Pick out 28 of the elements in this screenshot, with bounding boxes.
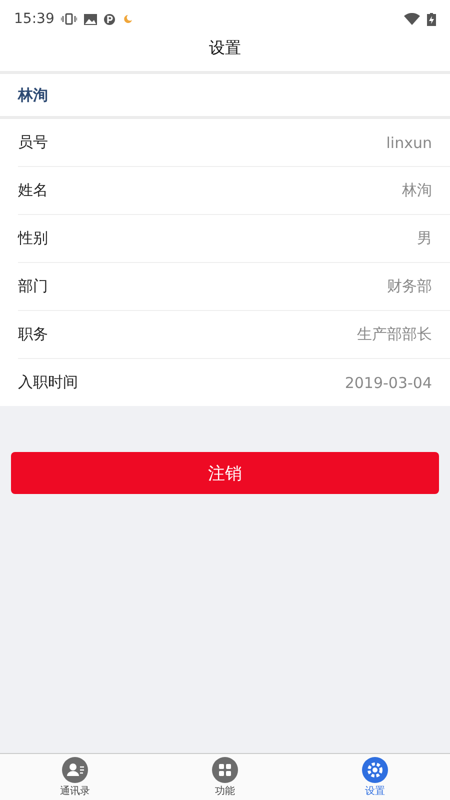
gear-icon <box>362 756 388 782</box>
field-value: 2019-03-04 <box>344 374 432 392</box>
field-value: linxun <box>386 134 432 152</box>
field-value: 林洵 <box>402 181 432 200</box>
field-label: 员号 <box>18 133 48 152</box>
wifi-icon <box>404 13 420 25</box>
grid-icon <box>212 756 238 782</box>
field-label: 姓名 <box>18 181 48 200</box>
field-label: 部门 <box>18 277 48 296</box>
nav-tab[interactable]: 功能 <box>150 754 300 800</box>
battery-icon <box>427 12 436 26</box>
parking-icon <box>104 14 116 24</box>
field-value: 男 <box>417 229 432 248</box>
moon-icon <box>122 14 132 24</box>
vibrate-icon <box>61 13 78 25</box>
status-time: 15:39 <box>14 11 54 27</box>
logout-button[interactable]: 注销 <box>11 452 439 494</box>
field-value: 生产部部长 <box>357 325 432 344</box>
field-label: 性别 <box>18 229 48 248</box>
field-label: 职务 <box>18 325 48 344</box>
section-header: 林洵 <box>18 86 48 104</box>
field-label: 入职时间 <box>18 373 78 392</box>
contact-icon <box>62 756 88 782</box>
nav-tab[interactable]: 通讯录 <box>0 754 150 800</box>
field-value: 财务部 <box>387 277 432 296</box>
nav-tab[interactable]: 设置 <box>300 754 450 800</box>
page-title: 设置 <box>209 38 241 59</box>
image-icon <box>84 14 98 24</box>
